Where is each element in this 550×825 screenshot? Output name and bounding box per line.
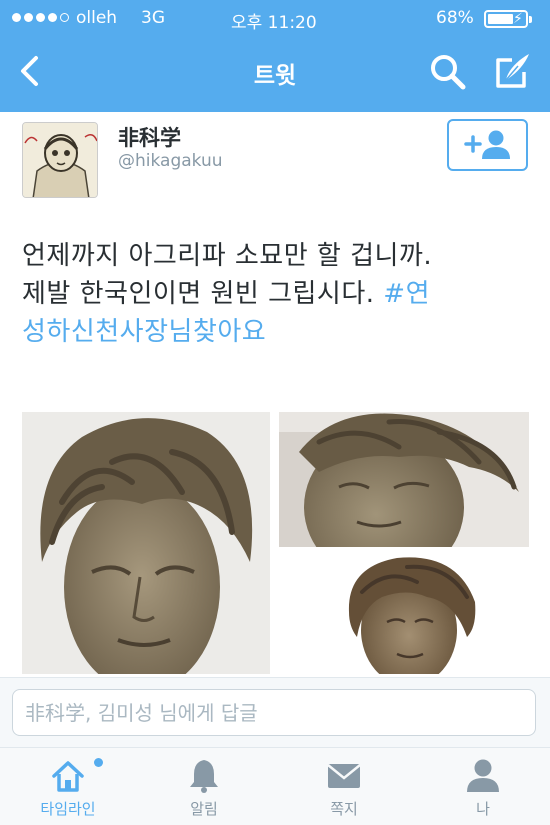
battery-percent: 68% xyxy=(436,8,474,28)
bell-icon xyxy=(190,760,218,793)
top-bar: olleh 3G 오후 11:20 68% ⚡ 트윗 xyxy=(0,0,550,112)
tab-messages[interactable]: 쪽지 xyxy=(289,748,399,825)
display-name[interactable]: 非科学 xyxy=(118,122,181,152)
tab-me[interactable]: 나 xyxy=(428,748,538,825)
person-icon xyxy=(467,759,499,792)
tweet-photo-bottom-right[interactable] xyxy=(327,552,492,674)
avatar-illustration xyxy=(23,123,97,197)
signal-strength-icon xyxy=(12,13,69,22)
tweet-photo-top-right[interactable] xyxy=(279,412,529,547)
tab-timeline[interactable]: 타임라인 xyxy=(13,748,123,825)
carrier-name: olleh xyxy=(76,8,118,28)
bottom-tab-bar: 타임라인 알림 쪽지 나 xyxy=(0,747,550,825)
tweet-photo-main[interactable] xyxy=(22,412,270,674)
sculpture-head-image xyxy=(279,412,529,547)
compose-icon xyxy=(496,54,529,88)
tab-label: 쪽지 xyxy=(330,800,358,818)
follow-button[interactable] xyxy=(447,119,528,171)
reply-bar xyxy=(0,677,550,747)
status-bar: olleh 3G 오후 11:20 68% ⚡ xyxy=(0,0,550,36)
tweet-text-line: 성하신천사장님찾아요 xyxy=(22,313,532,351)
search-icon xyxy=(431,55,466,90)
hashtag-link[interactable]: #연 xyxy=(383,279,430,309)
user-handle[interactable]: @hikagakuu xyxy=(118,151,223,171)
tab-label: 알림 xyxy=(190,800,218,818)
status-time: 오후 11:20 xyxy=(231,13,317,33)
sculpture-head-image xyxy=(22,412,270,674)
add-user-icon xyxy=(464,130,510,159)
hashtag-link-continued[interactable]: 성하신천사장님찾아요 xyxy=(22,317,266,347)
tab-label: 나 xyxy=(476,800,490,818)
tab-notifications[interactable]: 알림 xyxy=(149,748,259,825)
battery-icon: ⚡ xyxy=(484,10,532,28)
tweet-text: 언제까지 아그리파 소묘만 할 겁니까. 제발 한국인이면 원빈 그립시다. #… xyxy=(22,237,532,351)
notification-dot xyxy=(94,758,103,767)
envelope-icon xyxy=(327,764,361,788)
compose-button[interactable] xyxy=(492,50,532,92)
tweet-text-line: 제발 한국인이면 원빈 그립시다. #연 xyxy=(22,275,532,313)
search-button[interactable] xyxy=(428,52,468,92)
sculpture-head-image xyxy=(327,552,492,674)
reply-input[interactable] xyxy=(12,689,536,736)
avatar[interactable] xyxy=(22,122,98,198)
tweet-text-line: 언제까지 아그리파 소묘만 할 겁니까. xyxy=(22,241,433,271)
tweet-text-segment: 제발 한국인이면 원빈 그립시다. xyxy=(22,279,384,309)
tab-label: 타임라인 xyxy=(40,800,96,818)
home-icon xyxy=(52,761,84,792)
network-type: 3G xyxy=(141,8,165,28)
